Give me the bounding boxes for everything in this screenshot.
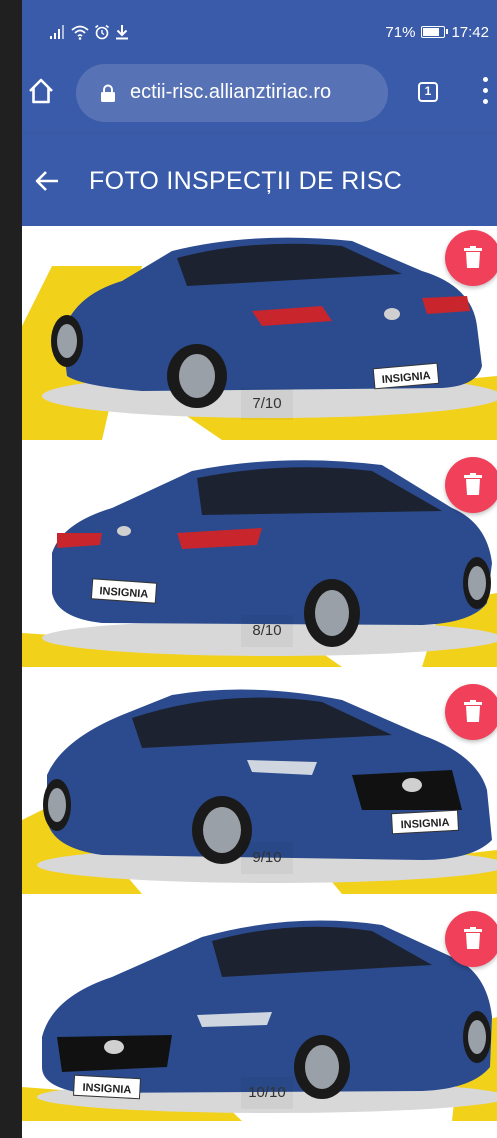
delete-button[interactable] — [445, 911, 497, 967]
trash-icon — [464, 700, 482, 722]
arrow-left-icon[interactable] — [34, 168, 60, 194]
menu-icon[interactable] — [480, 77, 490, 109]
photo-card[interactable]: INSIGNIA 7/10 — [22, 226, 497, 440]
photo-counter: 9/10 — [241, 842, 293, 874]
download-icon — [116, 25, 128, 40]
browser-toolbar: ectii-risc.allianztiriac.ro 1 — [22, 48, 497, 134]
status-bar: 71% 17:42 — [22, 0, 497, 48]
clock: 17:42 — [451, 23, 489, 41]
page-title: FOTO INSPECȚII DE RISC — [89, 167, 403, 195]
photo-card[interactable]: INSIGNIA 9/10 — [22, 680, 497, 894]
tab-switcher-button[interactable]: 1 — [418, 82, 438, 102]
photo-card[interactable]: INSIGNIA 10/10 — [22, 907, 497, 1121]
photo-counter: 7/10 — [241, 388, 293, 420]
lock-icon — [101, 84, 115, 102]
home-icon[interactable] — [26, 76, 56, 106]
photo-counter: 10/10 — [241, 1077, 293, 1109]
app-header: FOTO INSPECȚII DE RISC — [22, 134, 497, 226]
phone-screen: 71% 17:42 ectii-risc.allianztiriac.ro 1 … — [22, 0, 497, 1138]
photo-counter: 8/10 — [241, 615, 293, 647]
badge-text: INSIGNIA — [400, 817, 450, 832]
wifi-icon — [71, 25, 89, 40]
status-right: 71% 17:42 — [385, 22, 489, 42]
photo-list: INSIGNIA 7/10 INSIGNIA 8/10 INSIGNIA 9/1… — [22, 226, 497, 1138]
battery-icon — [421, 26, 449, 38]
delete-button[interactable] — [445, 230, 497, 286]
url-text: ectii-risc.allianztiriac.ro — [130, 81, 332, 103]
alarm-icon — [95, 24, 109, 40]
trash-icon — [464, 246, 482, 268]
address-bar[interactable]: ectii-risc.allianztiriac.ro — [76, 64, 388, 122]
status-icons — [50, 22, 129, 42]
photo-card[interactable]: INSIGNIA 8/10 — [22, 453, 497, 667]
trash-icon — [464, 927, 482, 949]
signal-icon — [50, 25, 64, 39]
battery-percent: 71% — [385, 23, 416, 41]
trash-icon — [464, 473, 482, 495]
delete-button[interactable] — [445, 457, 497, 513]
delete-button[interactable] — [445, 684, 497, 740]
badge-text: INSIGNIA — [82, 1082, 132, 1097]
